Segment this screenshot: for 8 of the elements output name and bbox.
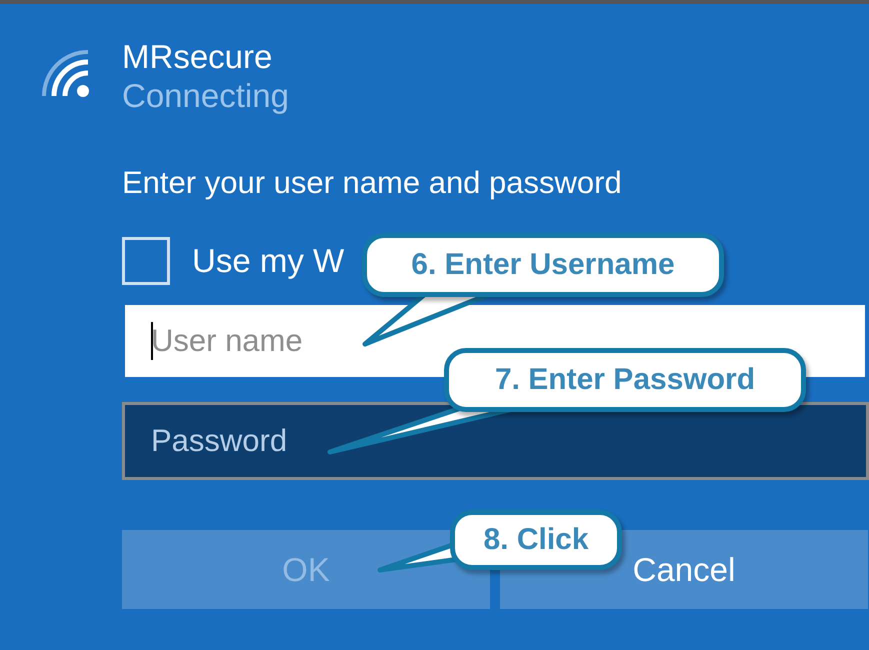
wifi-icon [40, 48, 92, 100]
network-name: MRsecure [122, 38, 274, 76]
checkbox-label: Use my W [192, 242, 344, 280]
checkbox[interactable] [122, 237, 170, 285]
connection-status: Connecting [122, 76, 289, 116]
text-cursor [151, 322, 153, 360]
password-field[interactable]: Password [122, 402, 869, 480]
prompt-text: Enter your user name and password [122, 164, 623, 202]
